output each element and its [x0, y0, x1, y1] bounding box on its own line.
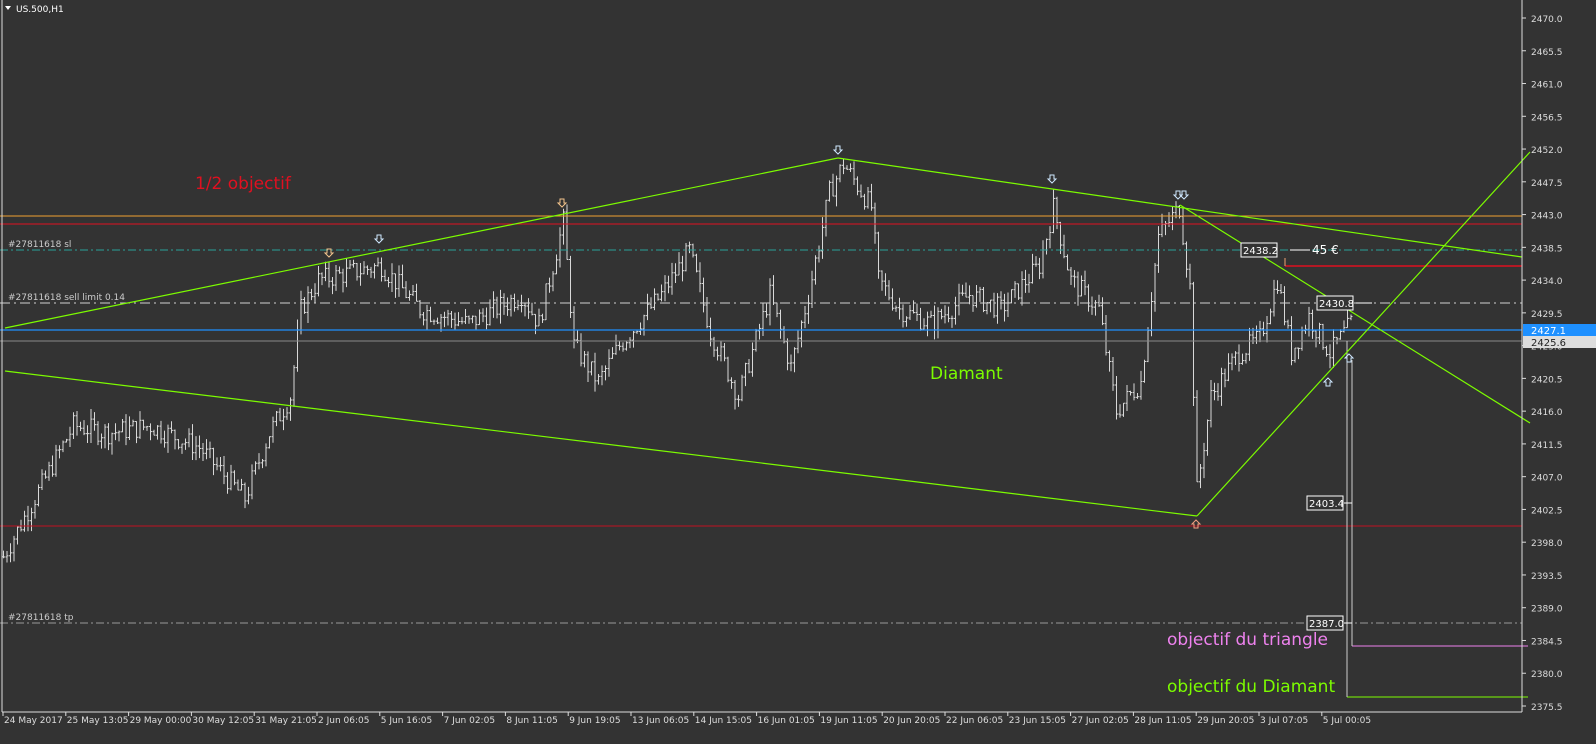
- time-tick-label: 14 Jun 15:05: [695, 716, 752, 726]
- time-tick-label: 16 Jun 01:05: [758, 716, 815, 726]
- time-tick-label: 19 Jun 11:05: [820, 716, 877, 726]
- time-tick-label: 5 Jul 00:05: [1323, 716, 1371, 726]
- sell-limit-price-box: 2430.8: [1319, 299, 1354, 310]
- time-tick-label: 30 May 12:05: [192, 716, 254, 726]
- low-price-box: 2403.4: [1309, 499, 1344, 510]
- price-tick-label: 2393.5: [1531, 572, 1563, 582]
- diamond-text: Diamant: [930, 364, 1003, 384]
- triangle-descending-trendline[interactable]: [1179, 204, 1531, 424]
- price-axis[interactable]: 2470.0 2465.5 2461.0 2456.5 2452.0 2447.5 2443…: [1522, 15, 1563, 713]
- price-tick-label: 2384.5: [1531, 637, 1563, 647]
- time-tick-label: 25 May 13:05: [67, 716, 129, 726]
- symbol-title: US.500,H1: [16, 5, 64, 15]
- time-tick-label: 7 Jun 02:05: [444, 716, 495, 726]
- price-tick-label: 2402.5: [1531, 506, 1563, 516]
- time-tick-label: 8 Jun 11:05: [506, 716, 557, 726]
- time-tick-label: 2 Jun 06:05: [318, 716, 369, 726]
- time-tick-label: 28 Jun 11:05: [1134, 716, 1191, 726]
- price-tick-label: 2416.0: [1531, 408, 1563, 418]
- half-objective-text: 1/2 objectif: [195, 174, 292, 194]
- price-tick-label: 2461.0: [1531, 81, 1563, 91]
- diamond-lower-right-trendline[interactable]: [1196, 151, 1531, 517]
- time-axis[interactable]: 24 May 2017 25 May 13:05 29 May 00:00 30 Ma…: [2, 712, 1371, 726]
- time-tick-label: 22 Jun 06:05: [946, 716, 1003, 726]
- up-arrow-icon[interactable]: [1190, 519, 1202, 529]
- time-tick-label: 23 Jun 15:05: [1009, 716, 1066, 726]
- price-tick-label: 2420.5: [1531, 375, 1563, 385]
- time-tick-label: 31 May 21:05: [255, 716, 317, 726]
- profit-text: 45 €: [1312, 243, 1339, 257]
- time-tick-label: 13 Jun 06:05: [632, 716, 689, 726]
- price-tick-label: 2470.0: [1531, 15, 1563, 25]
- chart-window[interactable]: 1/2 objectif Diamant objectif du triangl…: [0, 0, 1596, 744]
- diamond-lower-left-trendline[interactable]: [4, 370, 1198, 517]
- price-tick-label: 2438.5: [1531, 244, 1563, 254]
- price-tick-label: 2411.5: [1531, 441, 1563, 451]
- tp-label: #27811618 tp: [8, 613, 74, 623]
- time-tick-label: 29 May 00:00: [130, 716, 192, 726]
- fractal-arrows: [323, 145, 1355, 529]
- price-tick-label: 2407.0: [1531, 474, 1563, 484]
- time-tick-label: 29 Jun 20:05: [1197, 716, 1254, 726]
- time-tick-label: 27 Jun 02:05: [1072, 716, 1129, 726]
- price-tick-label: 2375.5: [1531, 703, 1563, 713]
- price-tick-label: 2434.0: [1531, 277, 1563, 287]
- time-tick-label: 9 Jun 19:05: [569, 716, 620, 726]
- sl-label: #27811618 sl: [8, 240, 71, 250]
- diamond-upper-right-trendline[interactable]: [837, 157, 1523, 258]
- price-tick-label: 2465.5: [1531, 48, 1563, 58]
- sell-limit-label: #27811618 sell limit 0.14: [8, 293, 125, 303]
- price-tick-label: 2380.0: [1531, 670, 1563, 680]
- symbol-menu-icon[interactable]: [5, 6, 11, 10]
- time-tick-label: 5 Jun 16:05: [381, 716, 432, 726]
- up-arrow-icon[interactable]: [1322, 377, 1334, 387]
- price-chart[interactable]: 1/2 objectif Diamant objectif du triangl…: [0, 0, 1596, 744]
- sl-price-box: 2438.2: [1243, 246, 1278, 257]
- price-tick-label: 2447.5: [1531, 179, 1563, 189]
- price-tick-label: 2456.5: [1531, 113, 1563, 123]
- triangle-target-text: objectif du triangle: [1167, 630, 1328, 650]
- price-tick-label: 2398.0: [1531, 539, 1563, 549]
- down-arrow-icon[interactable]: [1046, 174, 1058, 184]
- price-tick-label: 2452.0: [1531, 146, 1563, 156]
- diamond-target-text: objectif du Diamant: [1167, 677, 1335, 697]
- down-arrow-icon[interactable]: [832, 145, 844, 155]
- price-tick-label: 2443.0: [1531, 212, 1563, 222]
- time-tick-label: 3 Jul 07:05: [1260, 716, 1308, 726]
- down-arrow-icon[interactable]: [1178, 190, 1190, 200]
- down-arrow-icon[interactable]: [373, 234, 385, 244]
- price-tick-label: 2429.5: [1531, 310, 1563, 320]
- price-tick-label: 2389.0: [1531, 605, 1563, 615]
- price-bars: [2, 158, 1353, 563]
- ask-price-label: 2425.6: [1531, 338, 1566, 349]
- time-tick-label: 24 May 2017: [4, 716, 63, 726]
- down-arrow-icon[interactable]: [556, 198, 568, 208]
- bid-price-label: 2427.1: [1531, 326, 1566, 337]
- time-tick-label: 20 Jun 20:05: [883, 716, 940, 726]
- tp-price-box: 2387.0: [1309, 619, 1344, 630]
